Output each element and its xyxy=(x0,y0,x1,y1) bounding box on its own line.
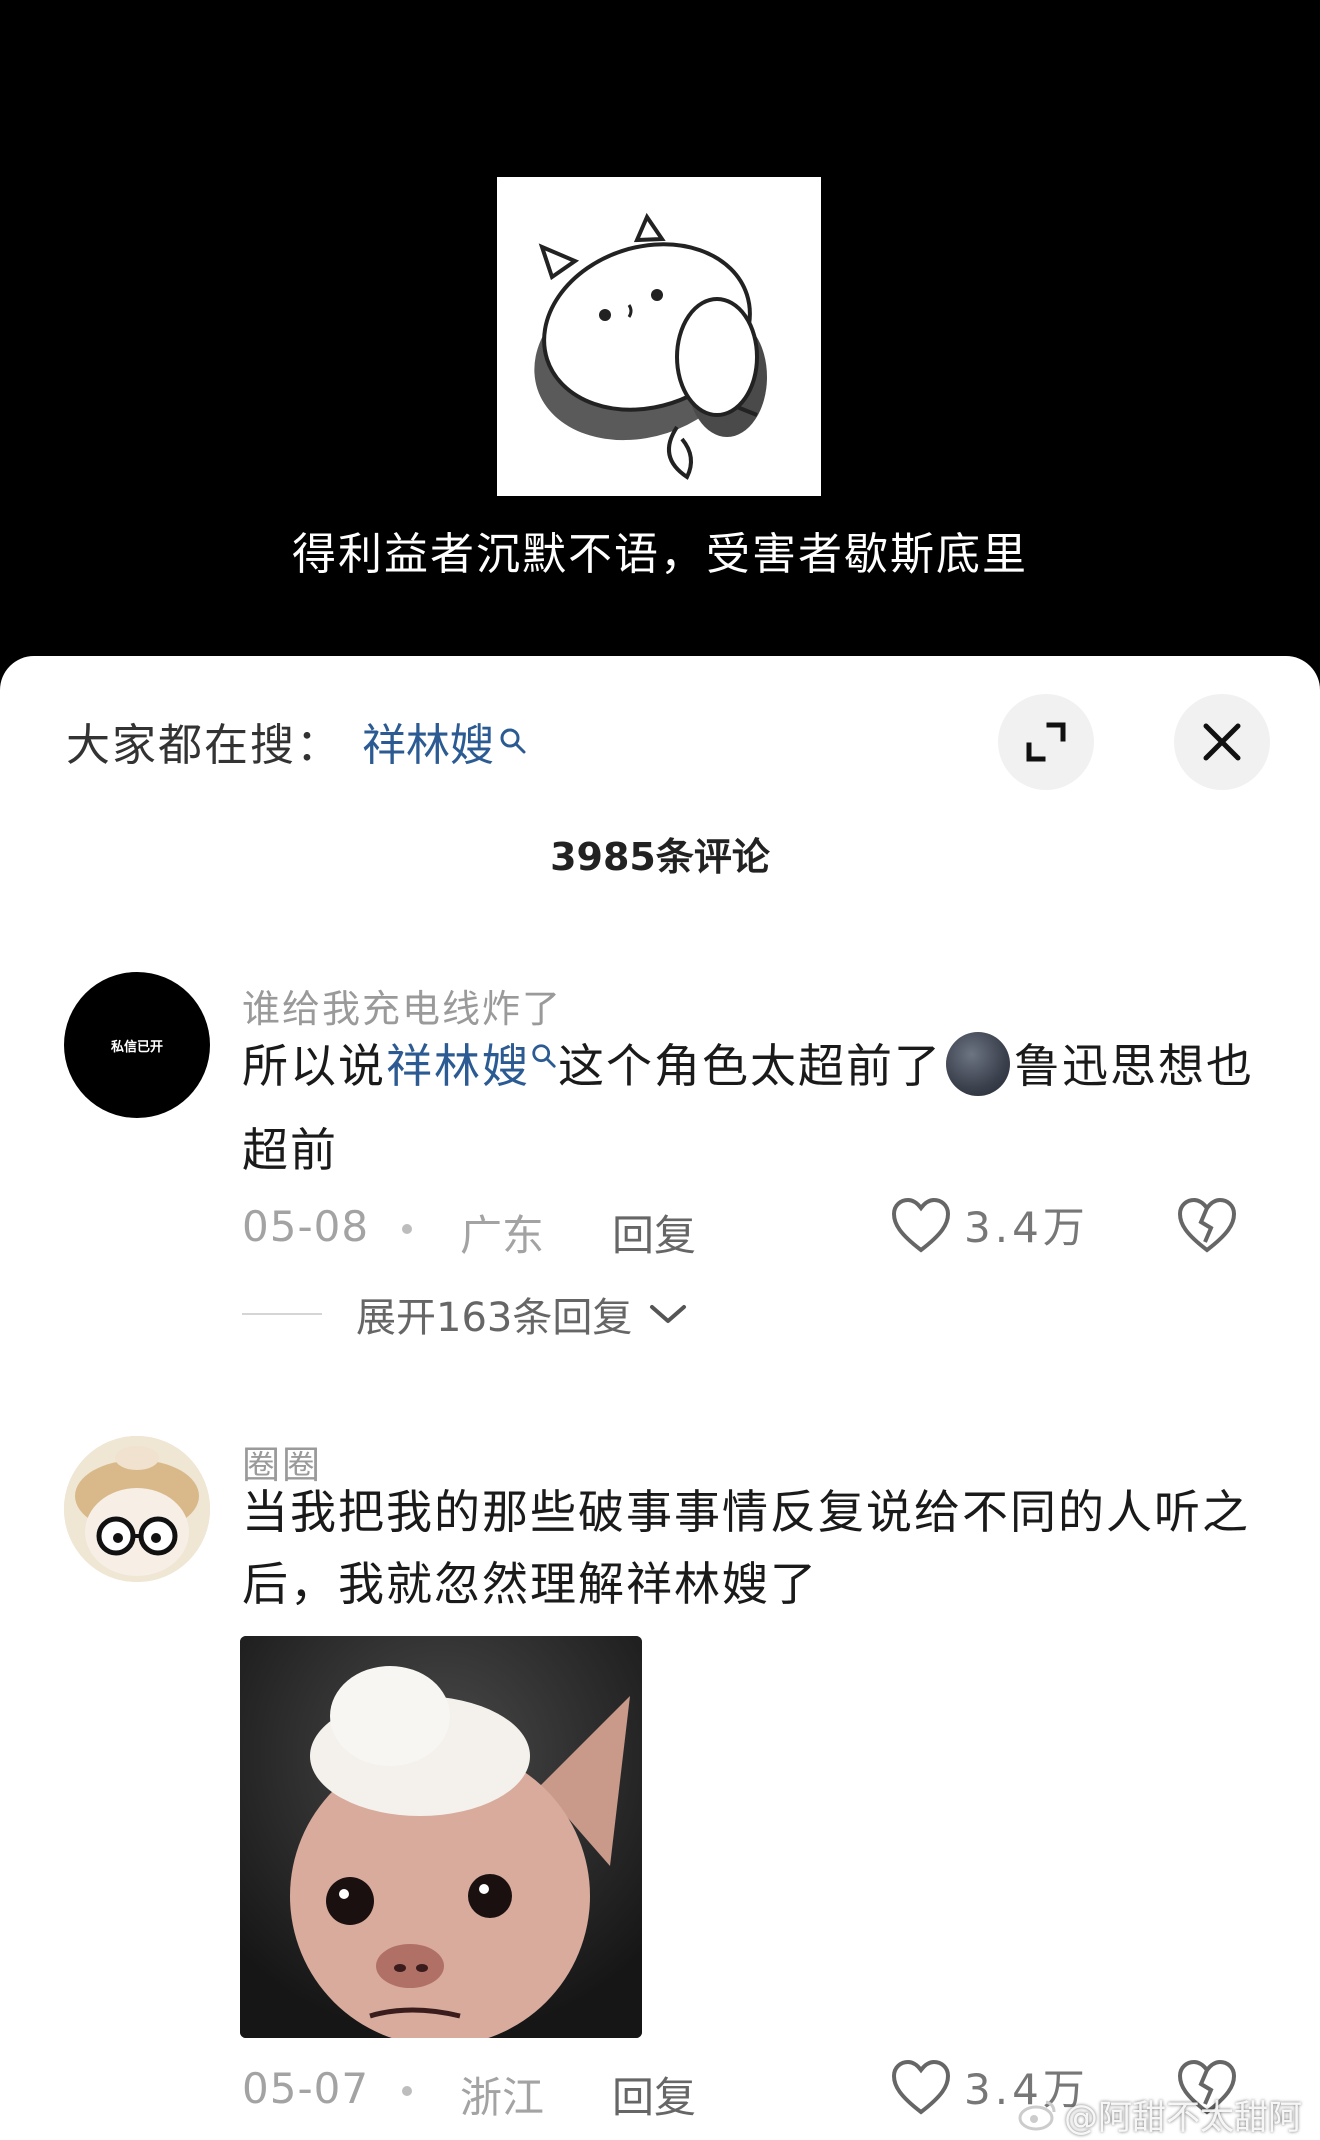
video-area[interactable]: 得利益者沉默不语，受害者歇斯底里 xyxy=(0,0,1320,660)
comment-region: 广东 xyxy=(460,1211,545,1260)
chevron-down-icon xyxy=(650,1305,687,1323)
reply-button[interactable]: 回复 xyxy=(612,2064,696,2125)
watermark-text: @阿甜不太甜阿 xyxy=(1064,2098,1302,2138)
broken-heart-icon xyxy=(1177,1197,1237,1253)
watermark: @阿甜不太甜阿 xyxy=(1018,2090,1302,2139)
search-icon xyxy=(532,1044,556,1068)
comment-text: 所以说祥林嫂 这个角色太超前了 鲁迅思想也超前 xyxy=(242,1024,1262,1192)
expand-button[interactable] xyxy=(998,694,1094,790)
comment-highlight: 祥林嫂 xyxy=(386,1039,530,1093)
avatar[interactable] xyxy=(64,1436,210,1582)
close-button[interactable] xyxy=(1174,694,1270,790)
comment-search-link[interactable]: 祥林嫂 xyxy=(386,1039,558,1093)
comment-count: 3985条评论 xyxy=(550,835,770,879)
divider-line xyxy=(242,1313,322,1315)
heart-icon xyxy=(891,1197,951,1253)
weibo-logo-icon xyxy=(1018,2100,1056,2130)
comment-date: 05-07 xyxy=(242,2064,370,2113)
comment-text-part: 这个角色太超前了 xyxy=(558,1039,942,1093)
expand-icon xyxy=(1026,722,1066,762)
comment-region: 浙江 xyxy=(460,2073,545,2122)
comment-text-part: 所以说 xyxy=(242,1039,386,1093)
separator-dot xyxy=(402,2086,412,2096)
dislike-button[interactable] xyxy=(1176,1196,1238,1264)
avatar-image xyxy=(64,1436,210,1582)
heart-icon xyxy=(891,2059,951,2115)
new-moon-face-emoji xyxy=(946,1032,1010,1096)
search-icon xyxy=(500,728,526,754)
comment-text: 当我把我的那些破事事情反复说给不同的人听之后，我就忽然理解祥林嫂了 xyxy=(242,1485,1250,1611)
cat-sticker-image xyxy=(497,177,821,496)
avatar-text: 私信已开 xyxy=(110,1039,163,1055)
video-caption: 得利益者沉默不语，受害者歇斯底里 xyxy=(292,529,1028,580)
expand-replies-button[interactable]: 展开163条回复 xyxy=(242,1284,690,1344)
close-icon xyxy=(1203,723,1241,761)
separator-dot xyxy=(402,1224,412,1234)
hairless-dog-meme-image[interactable] xyxy=(240,1636,642,2038)
trending-search-row: 大家都在搜： 祥林嫂 xyxy=(66,706,528,776)
comment-meta: 05-08 广东 回复 3.4万 xyxy=(242,1194,1282,1264)
trending-search-link[interactable]: 祥林嫂 xyxy=(362,709,528,773)
like-button[interactable]: 3.4万 xyxy=(890,1194,1089,1255)
like-count: 3.4万 xyxy=(964,1203,1089,1252)
reply-button[interactable]: 回复 xyxy=(612,1202,696,1263)
avatar[interactable]: 私信已开 xyxy=(64,972,210,1118)
trending-search-term: 祥林嫂 xyxy=(362,720,494,771)
comment-date: 05-08 xyxy=(242,1202,370,1251)
expand-replies-label: 展开163条回复 xyxy=(356,1295,633,1341)
trending-search-label: 大家都在搜： xyxy=(66,720,342,771)
comment-sheet: 大家都在搜： 祥林嫂 3985条评论 私信已开 谁给我充电线炸了 所以说祥林嫂这… xyxy=(0,656,1320,2140)
